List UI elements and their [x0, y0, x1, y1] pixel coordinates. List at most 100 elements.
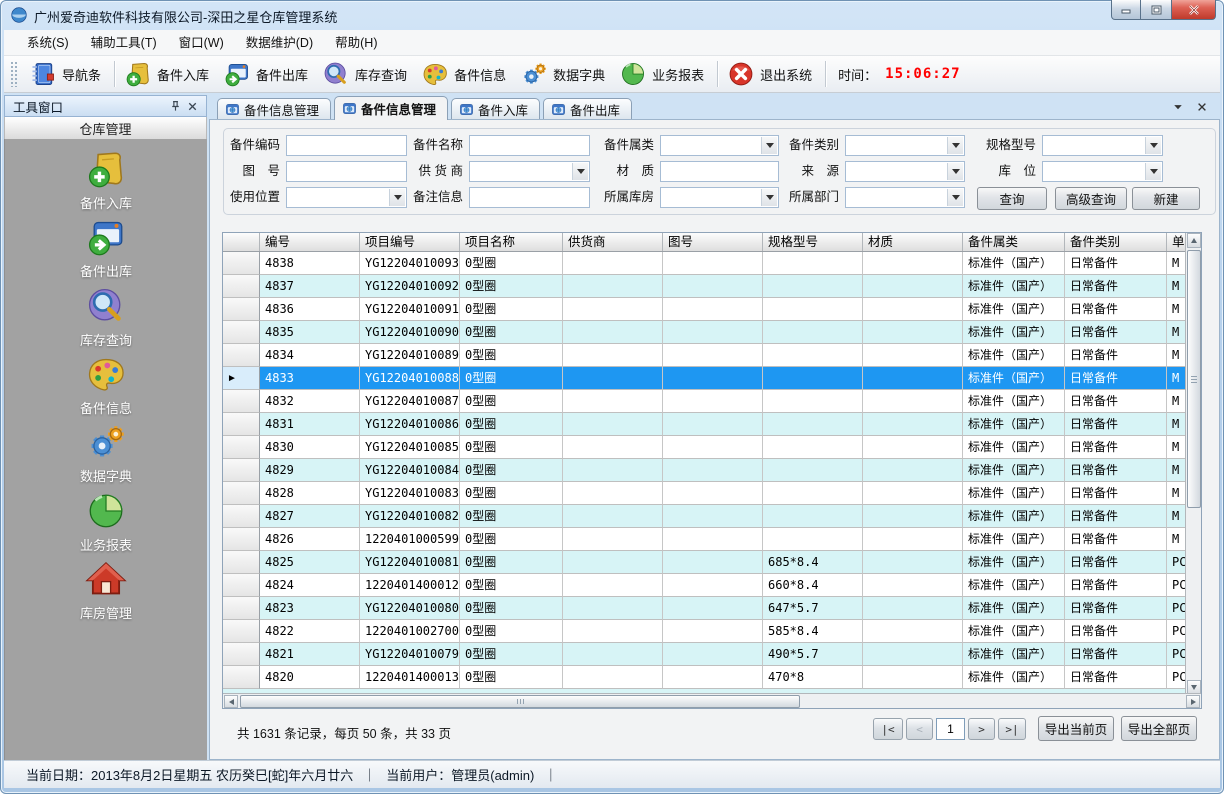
dropdown-arrow-icon[interactable] [1145, 163, 1161, 180]
first-page-button[interactable]: |< [873, 718, 903, 740]
horizontal-scrollbar[interactable] [223, 693, 1201, 708]
new-button[interactable]: 新建 [1132, 187, 1200, 210]
table-row[interactable]: 4823YG122040100800型圈647*5.7标准件（国产）日常备件PC [223, 597, 1186, 620]
vertical-scrollbar[interactable] [1185, 233, 1201, 695]
column-header[interactable]: 编号 [260, 233, 360, 251]
minimize-button[interactable] [1111, 0, 1141, 20]
table-row[interactable]: 482012204014000130型圈470*8标准件（国产）日常备件PC [223, 666, 1186, 689]
close-button[interactable] [1171, 0, 1216, 20]
toolbar-button[interactable]: 导航条 [24, 58, 110, 90]
tab[interactable]: 备件信息管理 [217, 98, 331, 119]
row-selector-cell[interactable] [223, 436, 260, 459]
export-all-pages-button[interactable]: 导出全部页 [1121, 716, 1197, 741]
table-row[interactable]: 4831YG122040100860型圈标准件（国产）日常备件M [223, 413, 1186, 436]
row-selector-cell[interactable] [223, 459, 260, 482]
toolbar-button[interactable]: 业务报表 [614, 58, 713, 90]
advanced-query-button[interactable]: 高级查询 [1055, 187, 1127, 210]
row-selector-cell[interactable] [223, 620, 260, 643]
scroll-right-icon[interactable] [1186, 695, 1200, 708]
sidebar-item-data-dictionary[interactable]: 数据字典 [5, 421, 207, 485]
toolbar-button[interactable]: 退出系统 [722, 58, 821, 90]
sidebar-item-warehouse[interactable]: 库房管理 [5, 558, 207, 622]
row-selector-cell[interactable] [223, 252, 260, 275]
column-header[interactable]: 项目编号 [360, 233, 460, 251]
table-row[interactable]: 4835YG122040100900型圈标准件（国产）日常备件M [223, 321, 1186, 344]
row-selector-cell[interactable] [223, 482, 260, 505]
row-selector-cell[interactable] [223, 574, 260, 597]
row-selector-cell[interactable] [223, 298, 260, 321]
table-row[interactable]: 482212204010027000型圈585*8.4标准件（国产）日常备件PC [223, 620, 1186, 643]
sidebar-item-parts-info[interactable]: 备件信息 [5, 353, 207, 417]
row-selector-cell[interactable] [223, 597, 260, 620]
menu-item[interactable]: 系统(S) [16, 30, 80, 56]
toolbar-button[interactable]: 备件出库 [218, 58, 317, 90]
table-row[interactable]: 4832YG122040100870型圈标准件（国产）日常备件M [223, 390, 1186, 413]
dropdown-arrow-icon[interactable] [1145, 137, 1161, 154]
menu-item[interactable]: 帮助(H) [324, 30, 388, 56]
prev-page-button[interactable]: < [906, 718, 933, 740]
menu-item[interactable]: 数据维护(D) [235, 30, 324, 56]
search-select[interactable] [845, 135, 965, 156]
tab[interactable]: 备件信息管理 [334, 96, 448, 120]
menu-item[interactable]: 窗口(W) [168, 30, 235, 56]
dropdown-arrow-icon[interactable] [947, 189, 963, 206]
export-current-page-button[interactable]: 导出当前页 [1038, 716, 1114, 741]
table-row[interactable]: ►4833YG122040100880型圈标准件（国产）日常备件M [223, 367, 1186, 390]
row-selector-cell[interactable] [223, 413, 260, 436]
table-row[interactable]: 4821YG122040100790型圈490*5.7标准件（国产）日常备件PC [223, 643, 1186, 666]
search-select[interactable] [1042, 161, 1163, 182]
column-header[interactable]: 单位 [1167, 233, 1186, 251]
chevron-down-icon[interactable] [1172, 101, 1184, 113]
horizontal-scroll-thumb[interactable] [240, 695, 800, 708]
table-row[interactable]: 4830YG122040100850型圈标准件（国产）日常备件M [223, 436, 1186, 459]
scroll-up-icon[interactable] [1187, 233, 1201, 248]
sidebar-item-parts-inbound[interactable]: 备件入库 [5, 148, 207, 212]
search-select[interactable] [845, 187, 965, 208]
column-header[interactable]: 项目名称 [460, 233, 563, 251]
column-header[interactable]: 备件属类 [963, 233, 1065, 251]
table-row[interactable]: 4836YG122040100910型圈标准件（国产）日常备件M [223, 298, 1186, 321]
row-selector-cell[interactable]: ► [223, 367, 260, 390]
row-selector-cell[interactable] [223, 344, 260, 367]
next-page-button[interactable]: > [968, 718, 995, 740]
row-selector-cell[interactable] [223, 505, 260, 528]
search-select[interactable] [845, 161, 965, 182]
table-row[interactable]: 482412204014000120型圈660*8.4标准件（国产）日常备件PC [223, 574, 1186, 597]
row-selector-cell[interactable] [223, 666, 260, 689]
last-page-button[interactable]: >| [998, 718, 1026, 740]
toolbar-grip[interactable] [10, 61, 17, 87]
table-row[interactable]: 4838YG122040100930型圈标准件（国产）日常备件M [223, 252, 1186, 275]
pin-icon[interactable] [167, 98, 184, 114]
row-selector-cell[interactable] [223, 551, 260, 574]
column-header[interactable]: 材质 [863, 233, 963, 251]
column-header[interactable]: 图号 [663, 233, 763, 251]
table-row[interactable]: 4825YG122040100810型圈685*8.4标准件（国产）日常备件PC [223, 551, 1186, 574]
sidebar-item-business-report[interactable]: 业务报表 [5, 490, 207, 554]
table-row[interactable]: 4837YG122040100920型圈标准件（国产）日常备件M [223, 275, 1186, 298]
tab[interactable]: 备件出库 [543, 98, 632, 119]
sidebar-close-icon[interactable] [184, 98, 201, 114]
page-number-input[interactable] [936, 718, 965, 740]
search-select[interactable] [1042, 135, 1163, 156]
menu-item[interactable]: 辅助工具(T) [80, 30, 168, 56]
column-header[interactable]: 规格型号 [763, 233, 863, 251]
table-row[interactable]: 4827YG122040100820型圈标准件（国产）日常备件M [223, 505, 1186, 528]
tab[interactable]: 备件入库 [451, 98, 540, 119]
row-selector-cell[interactable] [223, 275, 260, 298]
column-header[interactable]: 备件类别 [1065, 233, 1167, 251]
toolbar-button[interactable]: 备件信息 [416, 58, 515, 90]
row-selector-cell[interactable] [223, 390, 260, 413]
scroll-left-icon[interactable] [224, 695, 238, 708]
table-row[interactable]: 4828YG122040100830型圈标准件（国产）日常备件M [223, 482, 1186, 505]
vertical-scroll-thumb[interactable] [1187, 250, 1201, 508]
table-row[interactable]: 4829YG122040100840型圈标准件（国产）日常备件M [223, 459, 1186, 482]
column-header[interactable]: 供货商 [563, 233, 663, 251]
maximize-button[interactable] [1141, 0, 1171, 20]
toolbar-button[interactable]: 库存查询 [317, 58, 416, 90]
query-button[interactable]: 查询 [977, 187, 1047, 210]
sidebar-item-inventory-search[interactable]: 库存查询 [5, 285, 207, 349]
table-row[interactable]: 4834YG122040100890型圈标准件（国产）日常备件M [223, 344, 1186, 367]
toolbar-button[interactable]: 备件入库 [119, 58, 218, 90]
row-selector-cell[interactable] [223, 528, 260, 551]
row-selector-cell[interactable] [223, 643, 260, 666]
